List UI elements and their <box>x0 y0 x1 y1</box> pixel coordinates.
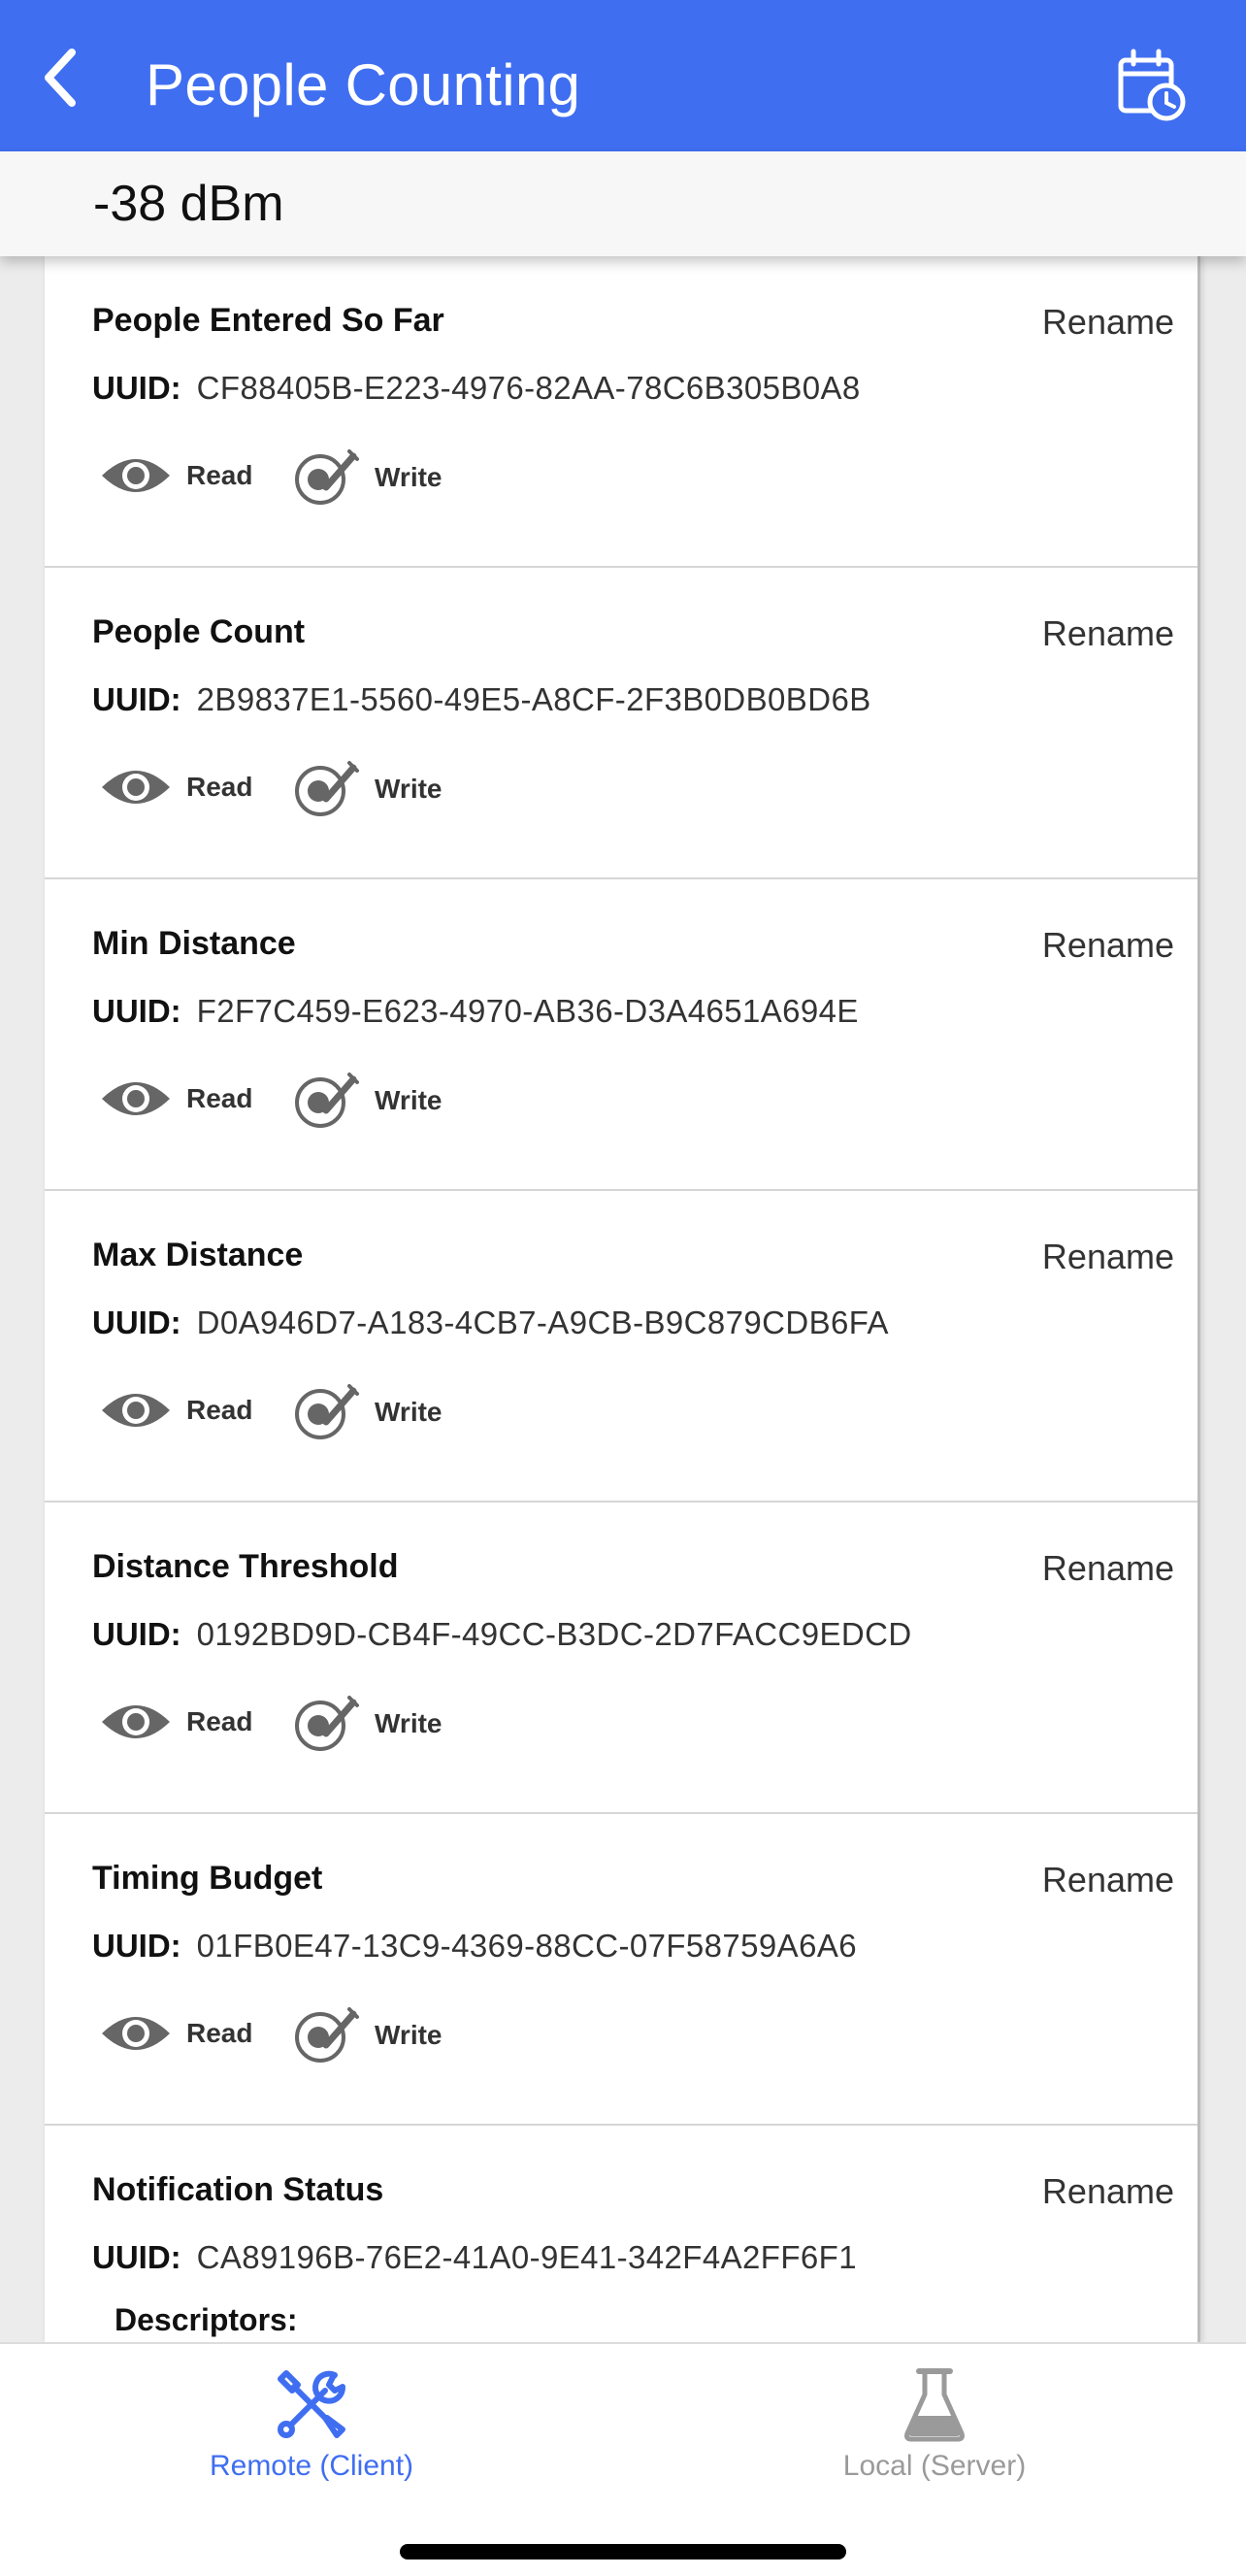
read-button[interactable]: Read <box>99 2004 252 2063</box>
uuid-row: UUID: CA89196B-76E2-41A0-9E41-342F4A2FF6F… <box>92 2236 857 2279</box>
uuid-value: CA89196B-76E2-41A0-9E41-342F4A2FF6F1 <box>196 2239 857 2275</box>
rename-button[interactable]: Rename <box>1042 924 1174 967</box>
rename-button[interactable]: Rename <box>1042 301 1174 344</box>
uuid-row: UUID: 2B9837E1-5560-49E5-A8CF-2F3B0DB0BD6… <box>92 678 871 721</box>
tab-label: Local (Server) <box>842 2450 1027 2482</box>
write-icon <box>295 1073 359 1128</box>
flask-icon <box>904 2368 965 2442</box>
characteristic-name: People Entered So Far <box>92 302 444 339</box>
characteristic-card: Notification Status Rename UUID: CA89196B… <box>45 2126 1197 2343</box>
write-icon <box>295 449 359 505</box>
write-icon <box>295 1696 359 1751</box>
characteristic-name: Distance Threshold <box>92 1548 399 1585</box>
write-button[interactable]: Write <box>287 758 443 820</box>
read-label: Read <box>186 1706 253 1736</box>
eye-icon <box>102 1705 170 1738</box>
write-icon <box>295 1384 359 1439</box>
characteristic-card: Timing Budget Rename UUID: 01FB0E47-13C9-… <box>45 1814 1197 2126</box>
write-label: Write <box>375 462 443 492</box>
tab-label: Remote (Client) <box>209 2450 414 2482</box>
characteristics-list: People Entered So Far Rename UUID: CF8840… <box>45 256 1200 2343</box>
write-button[interactable]: Write <box>287 1381 443 1443</box>
characteristic-name: People Count <box>92 613 306 650</box>
uuid-label: UUID: <box>92 681 181 717</box>
write-label: Write <box>375 2020 443 2050</box>
uuid-label: UUID: <box>92 1616 181 1652</box>
read-label: Read <box>186 1395 253 1425</box>
write-button[interactable]: Write <box>287 1070 443 1132</box>
rename-button[interactable]: Rename <box>1042 1859 1174 1901</box>
write-label: Write <box>375 1397 443 1427</box>
uuid-row: UUID: F2F7C459-E623-4970-AB36-D3A4651A694… <box>92 990 859 1033</box>
tab-local-server[interactable]: Local (Server) <box>623 2344 1246 2509</box>
descriptors-heading: Descriptors: <box>115 2302 298 2337</box>
write-label: Write <box>375 1708 443 1738</box>
write-label: Write <box>375 774 443 804</box>
characteristic-name: Max Distance <box>92 1237 304 1273</box>
rename-button[interactable]: Rename <box>1042 1236 1174 1278</box>
bottom-navigation: Remote (Client) Local (Server) <box>0 2342 1246 2576</box>
characteristic-name: Min Distance <box>92 925 296 962</box>
rename-button[interactable]: Rename <box>1042 1547 1174 1590</box>
read-button[interactable]: Read <box>99 1381 252 1439</box>
uuid-value: 0192BD9D-CB4F-49CC-B3DC-2D7FACC9EDCD <box>196 1616 912 1652</box>
write-button[interactable]: Write <box>287 446 443 509</box>
rssi-value: -38 dBm <box>93 176 284 232</box>
page-title: People Counting <box>146 52 581 117</box>
home-indicator[interactable] <box>400 2544 846 2559</box>
write-button[interactable]: Write <box>287 1693 443 1755</box>
uuid-value: CF88405B-E223-4976-82AA-78C6B305B0A8 <box>196 370 861 406</box>
write-icon <box>295 761 359 816</box>
characteristic-card: Distance Threshold Rename UUID: 0192BD9D-… <box>45 1503 1197 1814</box>
uuid-value: 01FB0E47-13C9-4369-88CC-07F58759A6A6 <box>196 1928 857 1964</box>
characteristic-card: People Entered So Far Rename UUID: CF8840… <box>45 256 1197 568</box>
characteristic-name: Timing Budget <box>92 1860 323 1897</box>
uuid-row: UUID: CF88405B-E223-4976-82AA-78C6B305B0A… <box>92 367 861 410</box>
eye-icon <box>102 2017 170 2050</box>
read-label: Read <box>186 460 253 490</box>
read-button[interactable]: Read <box>99 1070 252 1128</box>
characteristic-card: Min Distance Rename UUID: F2F7C459-E623-4… <box>45 879 1197 1191</box>
uuid-value: 2B9837E1-5560-49E5-A8CF-2F3B0DB0BD6B <box>196 681 871 717</box>
uuid-label: UUID: <box>92 370 181 406</box>
eye-icon <box>102 1394 170 1427</box>
read-label: Read <box>186 1083 253 1113</box>
tools-icon <box>278 2370 346 2438</box>
uuid-label: UUID: <box>92 1928 181 1964</box>
rename-button[interactable]: Rename <box>1042 2170 1174 2213</box>
uuid-value: D0A946D7-A183-4CB7-A9CB-B9C879CDB6FA <box>196 1305 889 1340</box>
eye-icon <box>102 459 170 492</box>
read-label: Read <box>186 772 253 802</box>
characteristic-card: Max Distance Rename UUID: D0A946D7-A183-4… <box>45 1191 1197 1503</box>
signal-strength-bar: -38 dBm <box>0 151 1246 256</box>
eye-icon <box>102 1082 170 1115</box>
write-label: Write <box>375 1085 443 1115</box>
write-icon <box>295 2007 359 2063</box>
uuid-label: UUID: <box>92 2239 181 2275</box>
uuid-row: UUID: 0192BD9D-CB4F-49CC-B3DC-2D7FACC9EDC… <box>92 1613 912 1656</box>
calendar-clock-icon[interactable] <box>1116 47 1190 124</box>
eye-icon <box>102 771 170 804</box>
rename-button[interactable]: Rename <box>1042 612 1174 655</box>
uuid-value: F2F7C459-E623-4970-AB36-D3A4651A694E <box>196 993 859 1029</box>
read-label: Read <box>186 2018 253 2048</box>
uuid-row: UUID: D0A946D7-A183-4CB7-A9CB-B9C879CDB6F… <box>92 1302 889 1344</box>
uuid-label: UUID: <box>92 993 181 1029</box>
read-button[interactable]: Read <box>99 446 252 505</box>
uuid-row: UUID: 01FB0E47-13C9-4369-88CC-07F58759A6A… <box>92 1925 857 1967</box>
app-bar: People Counting <box>0 0 1246 151</box>
characteristic-name: Notification Status <box>92 2171 384 2208</box>
write-button[interactable]: Write <box>287 2004 443 2066</box>
read-button[interactable]: Read <box>99 1693 252 1751</box>
uuid-label: UUID: <box>92 1305 181 1340</box>
characteristic-card: People Count Rename UUID: 2B9837E1-5560-4… <box>45 568 1197 879</box>
read-button[interactable]: Read <box>99 758 252 816</box>
tab-remote-client[interactable]: Remote (Client) <box>0 2344 623 2509</box>
back-arrow-icon[interactable] <box>27 39 105 116</box>
